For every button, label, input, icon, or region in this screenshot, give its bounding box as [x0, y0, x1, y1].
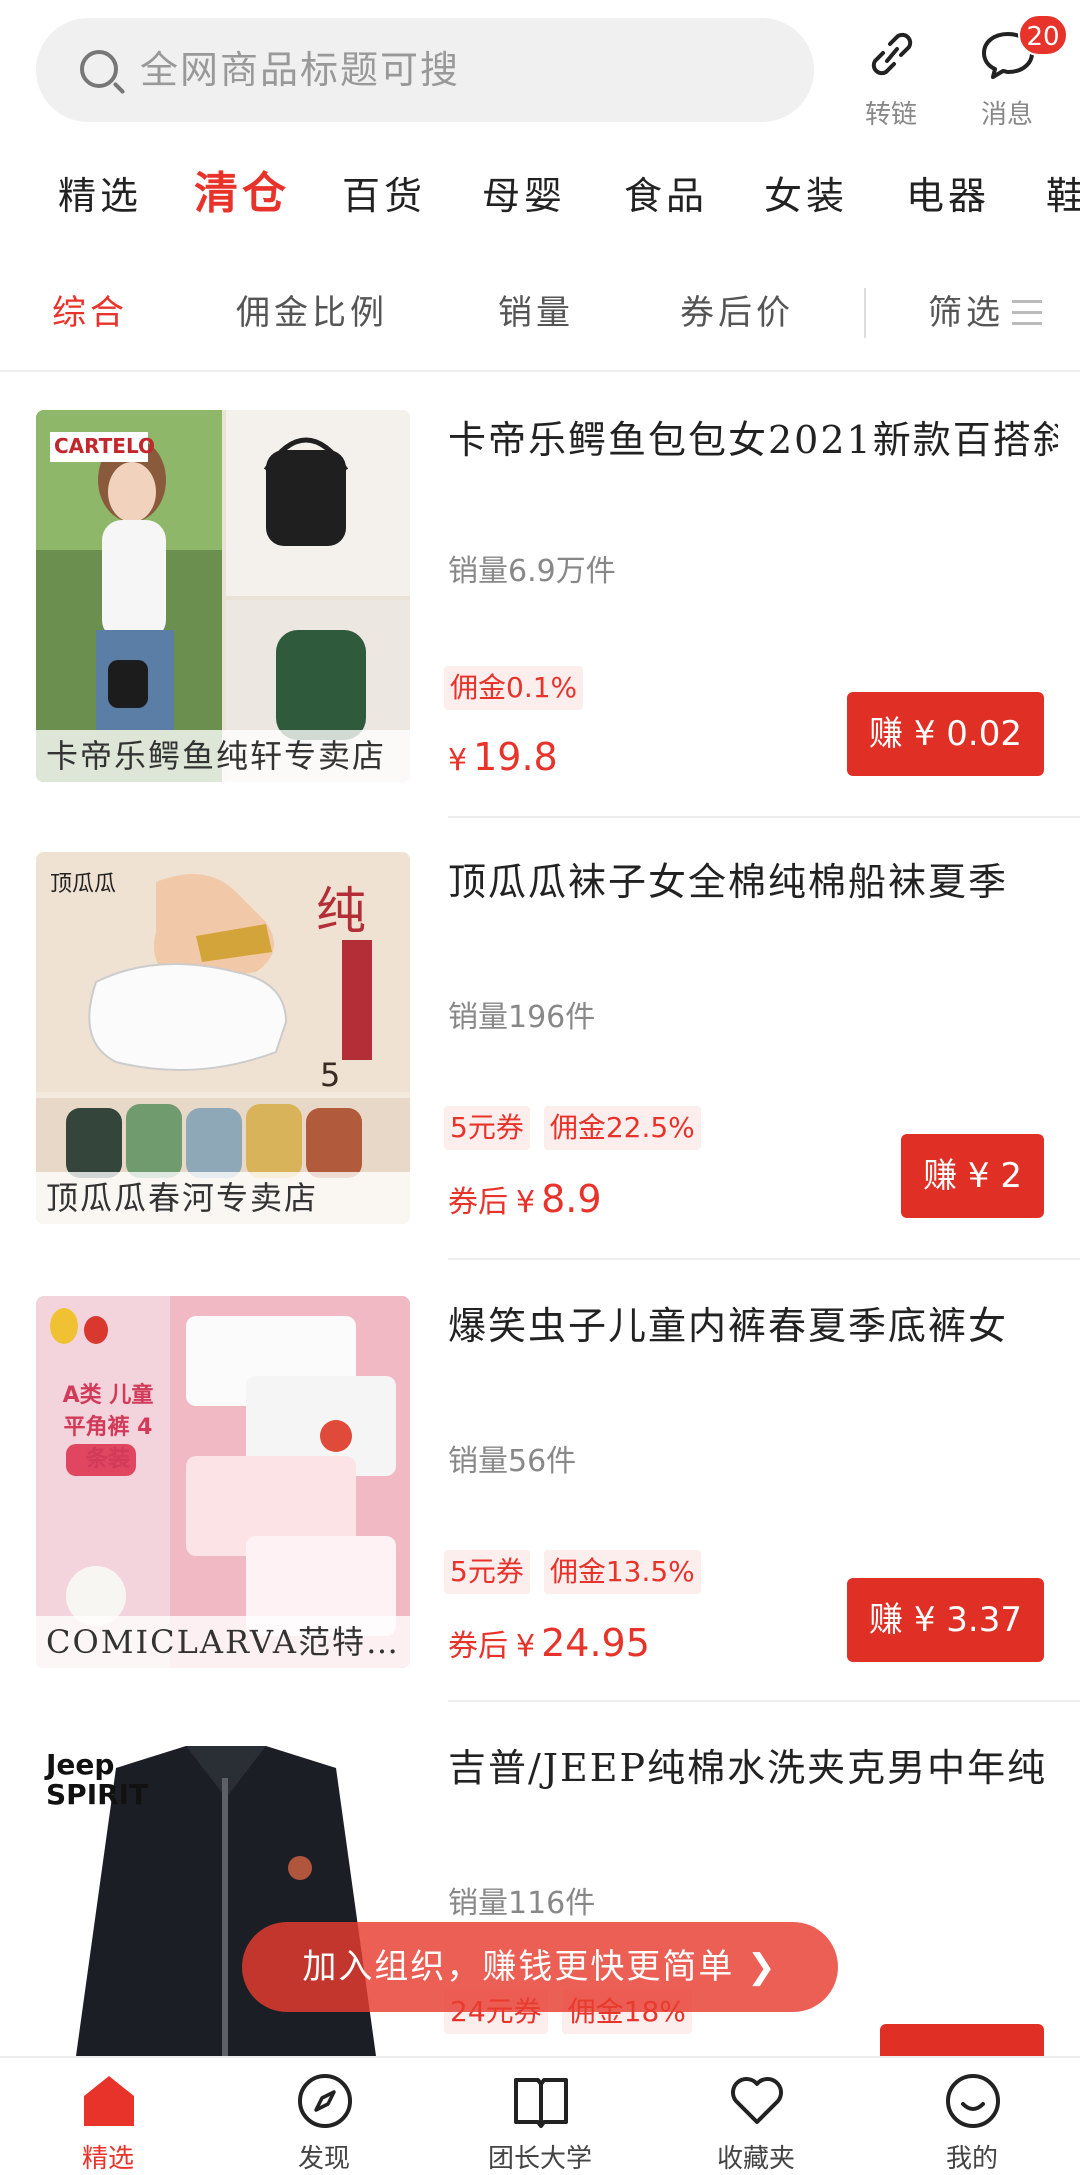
nav-profile[interactable]: 我的	[864, 2058, 1080, 2174]
join-organization-button[interactable]: 加入组织，赚钱更快更简单 ❯	[242, 1922, 838, 2012]
price: 券后 ¥8.9	[448, 1174, 602, 1228]
earn-button[interactable]: 赚 ¥ 2	[901, 1134, 1044, 1218]
brand-logo: CARTELO	[54, 434, 155, 458]
coupon-tag: 5元券	[444, 1106, 530, 1150]
product-title: 卡帝乐鳄鱼包包女2021新款百搭斜	[448, 418, 1058, 462]
socks-photo: 纯 5	[36, 852, 410, 1224]
product-card[interactable]: CARTELO 卡帝乐鳄鱼纯轩专卖店 卡帝乐鳄鱼包包女2021新款百搭斜 销量6…	[0, 410, 1080, 782]
tab-category-5[interactable]: 女装	[764, 160, 848, 232]
currency-symbol: ¥	[448, 743, 468, 778]
smile-icon	[946, 2074, 1000, 2128]
filter-button[interactable]: 筛选	[928, 278, 1004, 348]
brand-logo: Jeep SPIRIT	[46, 1748, 149, 1811]
search-bar[interactable]: 全网商品标题可搜	[36, 18, 814, 122]
divider	[448, 1258, 1080, 1260]
shop-name: COMICLARVA范特…	[36, 1616, 410, 1668]
sort-divider	[864, 288, 866, 338]
tab-category-7[interactable]: 鞋	[1046, 160, 1080, 232]
commission-tag: 佣金13.5%	[543, 1550, 701, 1594]
tab-category-3[interactable]: 母婴	[482, 160, 566, 232]
commission-tag: 佣金22.5%	[543, 1106, 701, 1150]
sort-sales[interactable]: 销量	[498, 278, 574, 348]
search-input[interactable]: 全网商品标题可搜	[140, 18, 460, 122]
sort-default[interactable]: 综合	[52, 278, 128, 348]
package-label: A类 儿童平角裤 4条装	[62, 1383, 154, 1472]
tab-category-0[interactable]: 精选	[58, 160, 142, 232]
tab-category-6[interactable]: 电器	[906, 160, 990, 232]
product-title: 爆笑虫子儿童内裤春夏季底裤女	[448, 1304, 1009, 1348]
tab-category-4[interactable]: 食品	[624, 160, 708, 232]
svg-text:5: 5	[320, 1056, 340, 1094]
sort-price-after-coupon[interactable]: 券后价	[680, 278, 794, 348]
sort-commission-rate[interactable]: 佣金比例	[236, 278, 388, 348]
brand-logo: 顶瓜瓜	[50, 872, 117, 897]
price-prefix: 券后	[448, 1185, 508, 1220]
sales-count: 销量56件	[448, 1444, 577, 1479]
price-value: 19.8	[473, 735, 558, 779]
shop-name: 顶瓜瓜春河专卖店	[36, 1172, 410, 1224]
shop-name: 卡帝乐鳄鱼纯轩专卖店	[36, 730, 410, 782]
nav-label: 团长大学	[487, 2144, 592, 2174]
message-count-badge: 20	[1018, 14, 1068, 56]
product-card[interactable]: A类 儿童平角裤 4条装 COMICLARVA范特… 爆笑虫子儿童内裤春夏季底裤…	[0, 1296, 1080, 1668]
product-image[interactable]: CARTELO 卡帝乐鳄鱼纯轩专卖店	[36, 410, 410, 782]
home-icon	[84, 2076, 134, 2126]
currency-symbol: ¥	[516, 1185, 536, 1220]
product-image[interactable]: A类 儿童平角裤 4条装 COMICLARVA范特…	[36, 1296, 410, 1668]
product-image[interactable]: 纯 5 顶瓜瓜 顶瓜瓜春河专卖店	[36, 852, 410, 1224]
convert-link-button[interactable]: 转链	[836, 20, 946, 130]
price: ¥19.8	[448, 732, 558, 786]
bag-photo	[36, 410, 410, 782]
convert-link-label: 转链	[864, 100, 917, 130]
messages-button[interactable]: 20 消息	[952, 14, 1068, 130]
underwear-photo	[36, 1296, 410, 1668]
tab-category-1[interactable]: 清仓	[194, 160, 290, 230]
price-value: 24.95	[541, 1621, 650, 1665]
earn-button[interactable]: 赚 ¥ 0.02	[847, 692, 1044, 776]
price: 券后 ¥24.95	[448, 1618, 650, 1672]
sales-count: 销量196件	[448, 1000, 596, 1035]
messages-label: 消息	[980, 100, 1033, 130]
divider	[448, 816, 1080, 818]
nav-label: 精选	[81, 2144, 134, 2174]
product-card[interactable]: 纯 5 顶瓜瓜 顶瓜瓜春河专卖店 顶瓜瓜袜子女全棉纯棉船袜夏季 销量196件 5…	[0, 852, 1080, 1224]
filter-menu-icon[interactable]	[1012, 300, 1042, 326]
price-prefix: 券后	[448, 1629, 508, 1664]
search-icon	[80, 50, 118, 88]
commission-tag: 佣金0.1%	[444, 666, 584, 710]
link-icon	[871, 32, 913, 76]
divider	[448, 1700, 1080, 1702]
nav-featured[interactable]: 精选	[0, 2058, 216, 2174]
product-title: 吉普/JEEP纯棉水洗夹克男中年纯	[448, 1746, 1048, 1790]
product-title: 顶瓜瓜袜子女全棉纯棉船袜夏季	[448, 860, 1009, 904]
sort-bar: 综合 佣金比例 销量 券后价 筛选	[0, 278, 1080, 348]
bottom-nav: 精选 发现 团长大学 收藏夹 我的	[0, 2056, 1080, 2174]
book-icon	[514, 2078, 568, 2128]
nav-leader-university[interactable]: 团长大学	[432, 2058, 648, 2174]
nav-label: 收藏夹	[716, 2144, 795, 2174]
sales-count: 销量6.9万件	[448, 554, 616, 589]
earn-button[interactable]	[880, 2024, 1044, 2056]
price-value: 8.9	[541, 1177, 602, 1221]
compass-icon	[298, 2074, 352, 2128]
svg-text:纯: 纯	[316, 882, 366, 940]
nav-label: 发现	[297, 2144, 350, 2174]
earn-button[interactable]: 赚 ¥ 3.37	[847, 1578, 1044, 1662]
coupon-tag: 5元券	[444, 1550, 530, 1594]
heart-icon	[731, 2077, 783, 2124]
sales-count: 销量116件	[448, 1886, 596, 1921]
currency-symbol: ¥	[516, 1629, 536, 1664]
nav-favorites[interactable]: 收藏夹	[648, 2058, 864, 2174]
tab-category-2[interactable]: 百货	[342, 160, 426, 232]
divider	[0, 370, 1080, 372]
category-tabs: 精选 清仓 百货 母婴 食品 女装 电器 鞋	[0, 160, 1080, 232]
nav-label: 我的	[945, 2144, 998, 2174]
nav-discover[interactable]: 发现	[216, 2058, 432, 2174]
